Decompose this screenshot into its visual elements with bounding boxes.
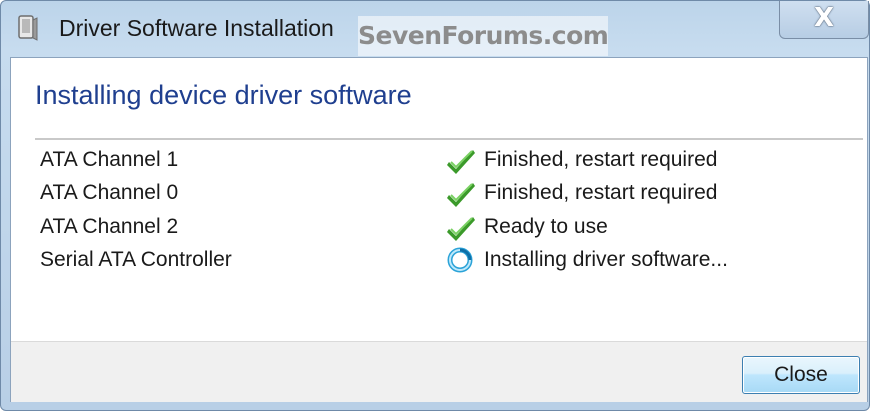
title-bar[interactable]: Driver Software Installation SevenForums… xyxy=(1,1,869,56)
window-title: Driver Software Installation xyxy=(59,15,334,41)
device-row: ATA Channel 0 Finished, restart required xyxy=(11,181,861,211)
device-name: ATA Channel 2 xyxy=(40,215,179,238)
close-icon: X xyxy=(813,3,835,33)
device-status: Ready to use xyxy=(484,215,608,238)
checkmark-icon xyxy=(447,217,475,241)
driver-installer-icon xyxy=(18,15,38,41)
checkmark-icon xyxy=(447,150,475,174)
busy-spinner-icon xyxy=(447,247,473,273)
device-name: ATA Channel 1 xyxy=(40,148,179,171)
dialog-footer: Close xyxy=(11,341,867,402)
device-row: Serial ATA Controller Installing driver … xyxy=(11,247,861,278)
watermark: SevenForums.com xyxy=(358,16,609,56)
device-status: Installing driver software... xyxy=(484,248,728,271)
close-button[interactable]: Close xyxy=(742,356,860,394)
device-name: Serial ATA Controller xyxy=(40,248,232,271)
dialog-window: Driver Software Installation SevenForums… xyxy=(0,0,870,411)
device-status: Finished, restart required xyxy=(484,148,718,171)
device-name: ATA Channel 0 xyxy=(40,181,179,204)
device-row: ATA Channel 2 Ready to use xyxy=(11,215,861,245)
window-close-button[interactable]: X xyxy=(779,1,869,39)
dialog-content: Installing device driver software ATA Ch… xyxy=(10,57,868,402)
device-row: ATA Channel 1 Finished, restart required xyxy=(11,148,861,178)
checkmark-icon xyxy=(447,183,475,207)
page-title: Installing device driver software xyxy=(35,80,412,110)
separator xyxy=(35,138,863,140)
device-status: Finished, restart required xyxy=(484,181,718,204)
